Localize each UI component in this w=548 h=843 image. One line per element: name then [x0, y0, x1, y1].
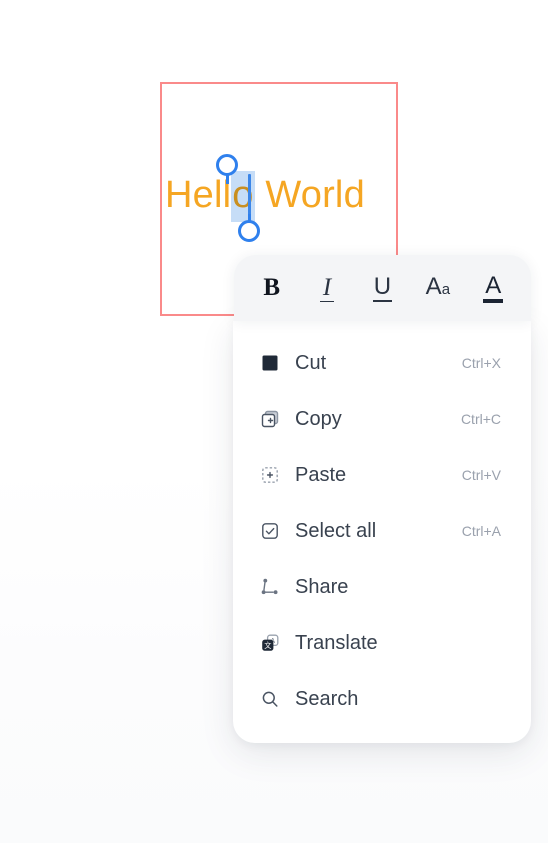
menu-item-label: Search — [295, 687, 359, 710]
translate-icon: A 文 — [259, 632, 281, 654]
text-color-button[interactable]: A — [471, 266, 515, 310]
menu-item-label: Translate — [295, 631, 378, 654]
font-size-icon: Aa — [425, 272, 451, 300]
text-before-selection: Hell — [165, 174, 232, 216]
menu-item-copy[interactable]: Copy Ctrl+C — [233, 391, 531, 447]
share-icon — [259, 576, 281, 598]
menu-item-label: Paste — [295, 463, 347, 486]
underline-button[interactable]: U — [360, 266, 404, 310]
app-canvas: Hello World B I U Aa A Cut Ctrl+X Copy C… — [0, 0, 548, 843]
bold-icon: B — [263, 274, 281, 301]
svg-text:文: 文 — [264, 641, 271, 650]
context-menu: Cut Ctrl+X Copy Ctrl+C Paste Ctrl+V Sele… — [233, 321, 531, 743]
menu-item-cut[interactable]: Cut Ctrl+X — [233, 335, 531, 391]
menu-item-label: Select all — [295, 519, 377, 542]
menu-item-label: Share — [295, 575, 349, 598]
menu-item-label: Cut — [295, 351, 327, 374]
menu-item-shortcut: Ctrl+A — [461, 523, 501, 539]
editable-text[interactable]: Hello World — [165, 171, 365, 222]
menu-item-share[interactable]: Share — [233, 559, 531, 615]
search-icon — [259, 688, 281, 710]
menu-item-search[interactable]: Search — [233, 671, 531, 727]
italic-icon: I — [319, 274, 335, 302]
selection-handle-start[interactable] — [216, 154, 238, 176]
selection-handle-end[interactable] — [238, 220, 260, 242]
paste-icon — [259, 464, 281, 486]
cut-icon — [259, 352, 281, 374]
menu-item-label: Copy — [295, 407, 342, 430]
menu-item-shortcut: Ctrl+C — [460, 411, 501, 427]
selected-text[interactable]: o — [231, 171, 255, 222]
underline-icon: U — [372, 273, 393, 302]
menu-item-translate[interactable]: A 文 Translate — [233, 615, 531, 671]
text-color-icon: A — [483, 273, 504, 303]
bold-button[interactable]: B — [250, 266, 294, 310]
copy-icon — [259, 408, 281, 430]
menu-item-select-all[interactable]: Select all Ctrl+A — [233, 503, 531, 559]
font-size-button[interactable]: Aa — [416, 266, 460, 310]
select-all-icon — [259, 520, 281, 542]
text-after-selection: World — [254, 174, 365, 216]
format-toolbar: B I U Aa A — [234, 255, 531, 321]
menu-item-shortcut: Ctrl+V — [461, 467, 501, 483]
italic-button[interactable]: I — [305, 266, 349, 310]
menu-item-paste[interactable]: Paste Ctrl+V — [233, 447, 531, 503]
menu-item-shortcut: Ctrl+X — [461, 355, 501, 371]
